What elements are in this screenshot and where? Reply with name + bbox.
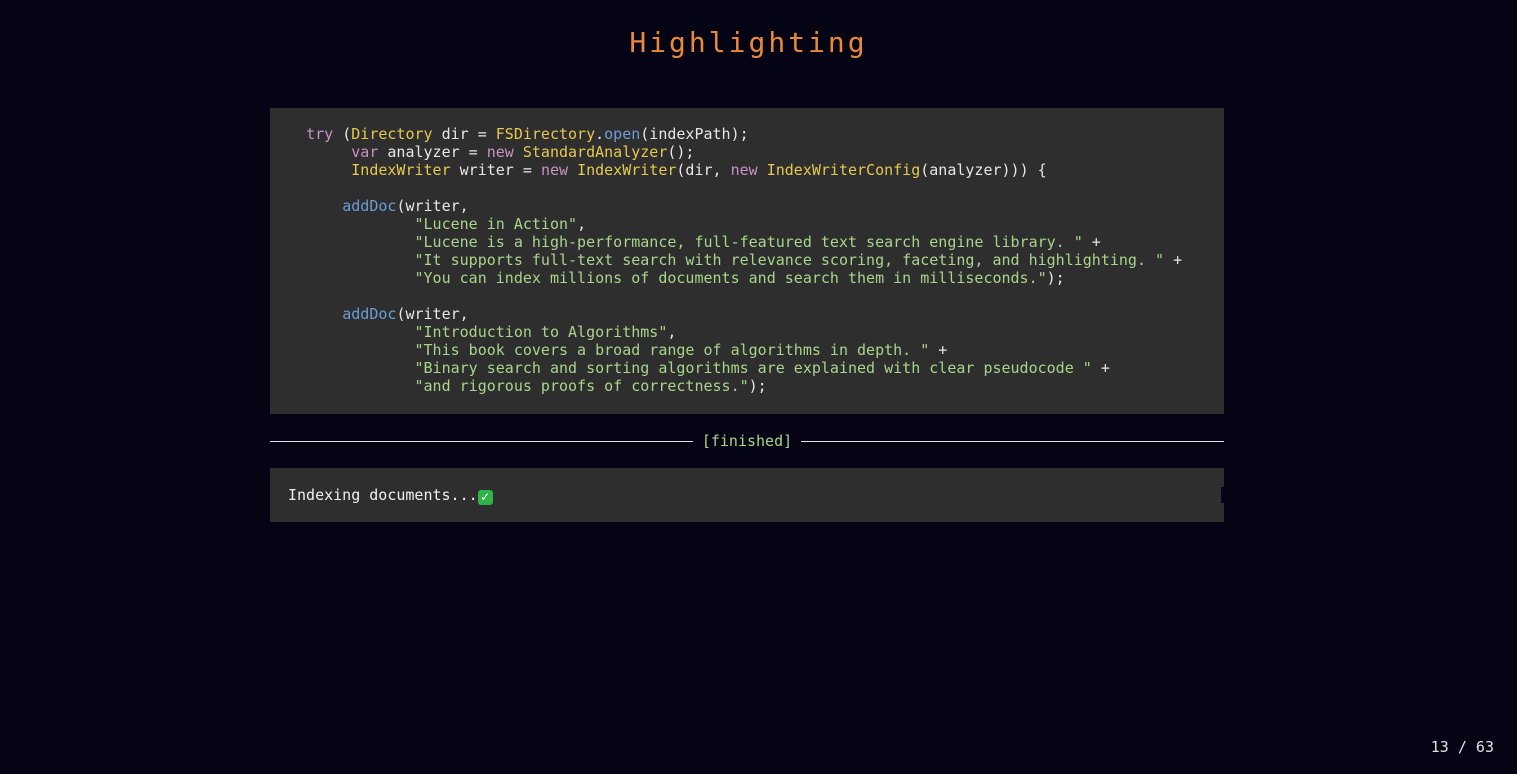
code-token: ,	[667, 323, 677, 341]
code-token: (dir,	[676, 161, 731, 179]
code-line: var analyzer = new StandardAnalyzer();	[270, 143, 1224, 161]
code-line: "and rigorous proofs of correctness.");	[270, 377, 1224, 395]
code-token: (writer,	[396, 305, 469, 323]
code-token: var	[351, 143, 379, 161]
code-line: "Lucene in Action",	[270, 215, 1224, 233]
output-block: Indexing documents... ✓	[270, 468, 1224, 522]
code-token: IndexWriter	[577, 161, 677, 179]
code-token: ();	[667, 143, 695, 161]
code-line: addDoc(writer,	[270, 197, 1224, 215]
code-token: "This book covers a broad range of algor…	[414, 341, 930, 359]
code-token: Directory	[351, 125, 433, 143]
code-line: try (Directory dir = FSDirectory.open(in…	[270, 125, 1224, 143]
cursor	[1221, 487, 1224, 503]
code-token: +	[1091, 359, 1110, 377]
code-line: addDoc(writer,	[270, 305, 1224, 323]
code-token: +	[929, 341, 948, 359]
execution-status-divider: [finished]	[270, 431, 1224, 451]
code-block: try (Directory dir = FSDirectory.open(in…	[270, 108, 1224, 414]
code-line: "This book covers a broad range of algor…	[270, 341, 1224, 359]
code-token: new	[486, 143, 514, 161]
code-token: ,	[577, 215, 587, 233]
slide-title: Highlighting	[629, 26, 868, 59]
code-token: IndexWriterConfig	[766, 161, 921, 179]
code-token: addDoc	[342, 305, 397, 323]
code-token: "and rigorous proofs of correctness."	[414, 377, 749, 395]
code-token: +	[1164, 251, 1183, 269]
code-token: (	[333, 125, 352, 143]
code-token: writer =	[450, 161, 541, 179]
code-line: "It supports full-text search with relev…	[270, 251, 1224, 269]
code-line: IndexWriter writer = new IndexWriter(dir…	[270, 161, 1224, 179]
code-token: FSDirectory	[495, 125, 596, 143]
code-token: IndexWriter	[351, 161, 451, 179]
code-token: try	[306, 125, 334, 143]
code-token: addDoc	[342, 197, 397, 215]
code-token: "You can index millions of documents and…	[414, 269, 1047, 287]
code-token: "Lucene in Action"	[414, 215, 578, 233]
code-line: "You can index millions of documents and…	[270, 269, 1224, 287]
code-token: (analyzer))) {	[920, 161, 1047, 179]
code-line: "Lucene is a high-performance, full-feat…	[270, 233, 1224, 251]
code-token: );	[1046, 269, 1065, 287]
code-line: "Introduction to Algorithms",	[270, 323, 1224, 341]
page-indicator: 13 / 63	[1430, 738, 1494, 756]
code-token: .	[595, 125, 605, 143]
divider-line-right	[801, 441, 1224, 442]
code-token: analyzer =	[378, 143, 487, 161]
code-token: );	[748, 377, 767, 395]
code-token: new	[730, 161, 758, 179]
output-text: Indexing documents...	[288, 486, 478, 504]
code-token: open	[604, 125, 641, 143]
code-token: new	[540, 161, 569, 179]
code-token: "Binary search and sorting algorithms ar…	[414, 359, 1092, 377]
code-token: (indexPath);	[640, 125, 749, 143]
code-token: StandardAnalyzer	[522, 143, 668, 161]
code-token: +	[1082, 233, 1101, 251]
code-token: dir =	[432, 125, 496, 143]
code-line: "Binary search and sorting algorithms ar…	[270, 359, 1224, 377]
code-token: "Lucene is a high-performance, full-feat…	[414, 233, 1083, 251]
code-token: (writer,	[396, 197, 469, 215]
code-token: "Introduction to Algorithms"	[414, 323, 668, 341]
check-mark-icon: ✓	[477, 490, 493, 505]
code-token: "It supports full-text search with relev…	[414, 251, 1165, 269]
